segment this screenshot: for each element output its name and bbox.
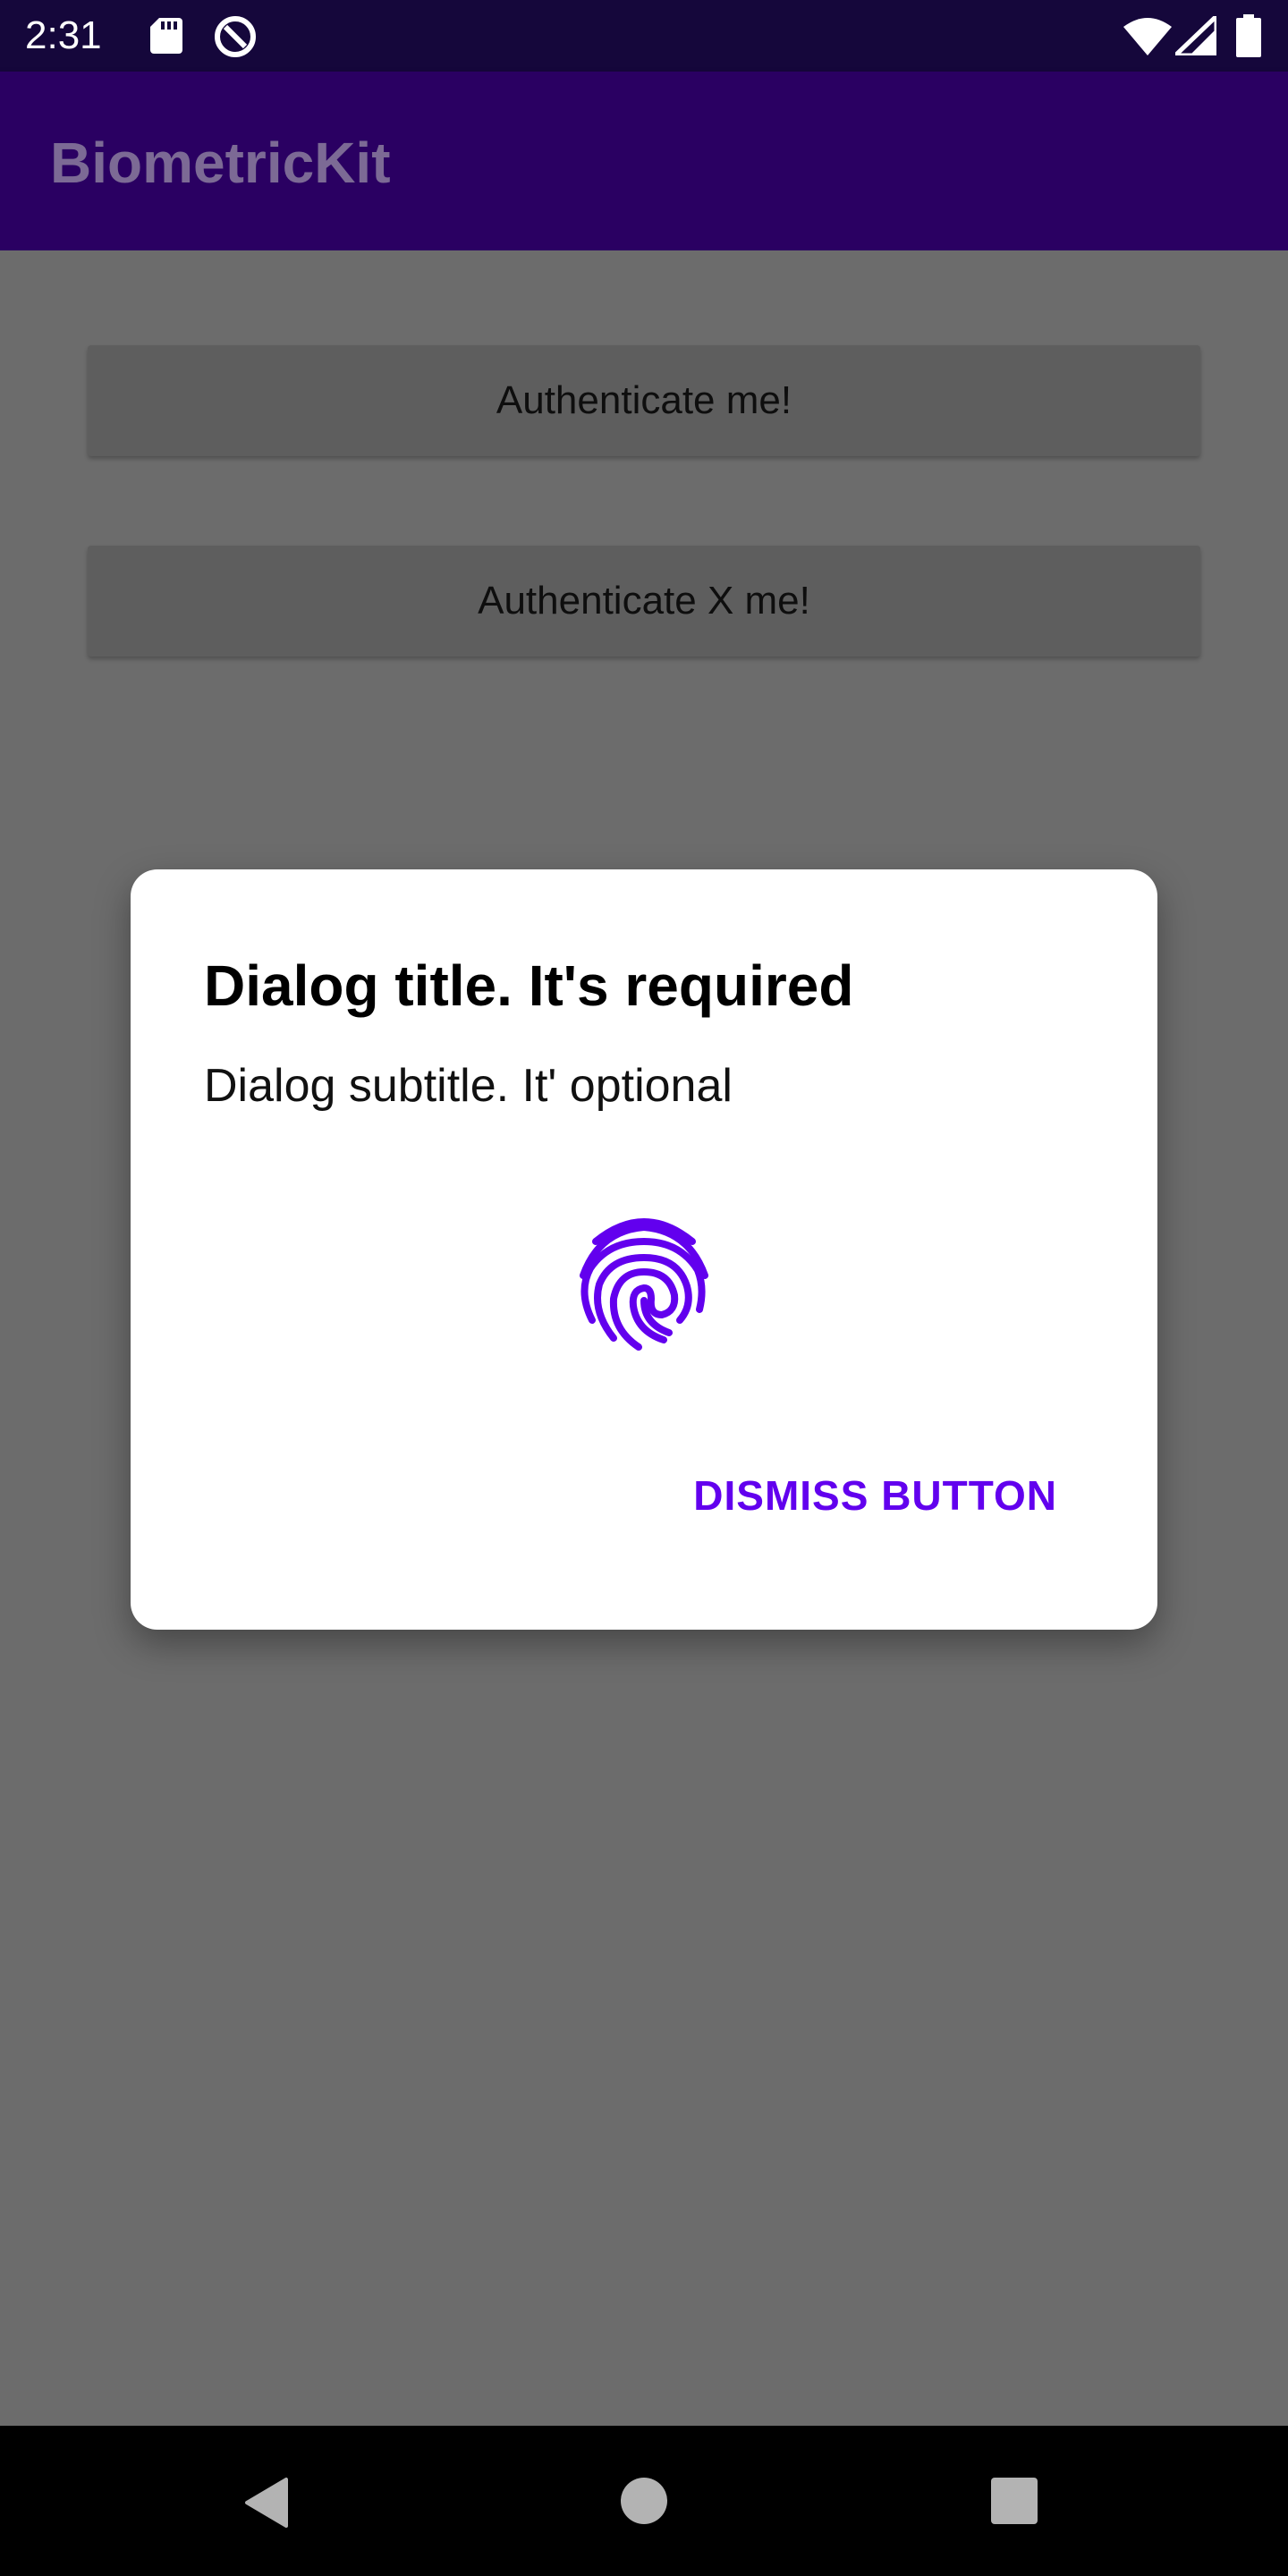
authenticate-button[interactable]: Authenticate me! [88,345,1200,456]
signal-icon [1173,13,1219,60]
authenticate-x-button[interactable]: Authenticate X me! [88,546,1200,657]
home-icon[interactable] [621,2478,667,2524]
wifi-icon [1123,16,1172,60]
data-saver-icon [213,14,258,64]
app-title: BiometricKit [50,131,391,195]
status-time: 2:31 [25,13,102,57]
fingerprint-icon [569,1206,719,1356]
app-bar: BiometricKit [0,72,1288,250]
biometric-dialog: Dialog title. It's required Dialog subti… [131,869,1157,1630]
dismiss-button[interactable]: DISMISS BUTTON [693,1470,1057,1521]
recents-icon[interactable] [991,2478,1038,2524]
dialog-subtitle: Dialog subtitle. It' optional [204,1060,733,1112]
navigation-bar [0,2426,1288,2576]
battery-icon [1236,14,1261,62]
back-icon[interactable] [242,2476,292,2529]
dialog-title: Dialog title. It's required [204,953,854,1018]
sd-card-icon [150,18,182,58]
status-bar: 2:31 [0,0,1288,72]
